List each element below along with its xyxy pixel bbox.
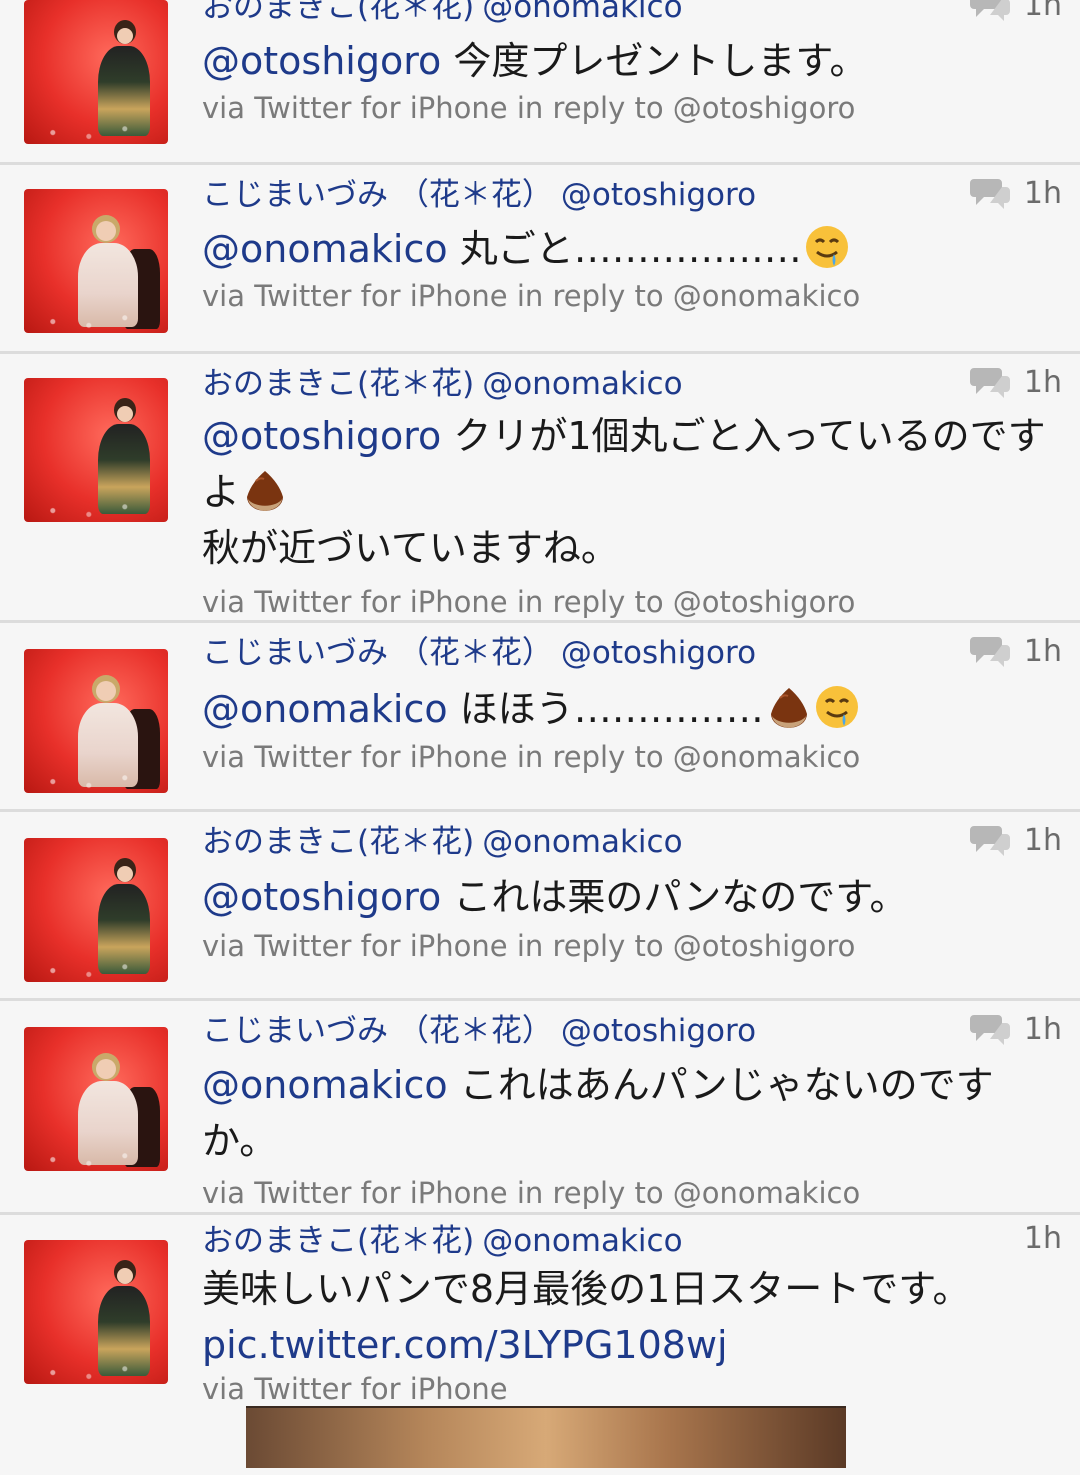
via-line: via Twitter for iPhone bbox=[202, 1372, 508, 1406]
tweet-item[interactable]: おのまきこ(花＊花) @onomakico 1h @otoshigoro クリが1… bbox=[0, 354, 1080, 623]
avatar[interactable] bbox=[24, 378, 168, 522]
reply-bubble-icon[interactable] bbox=[968, 0, 1012, 23]
author-handle[interactable]: @onomakico bbox=[482, 0, 682, 25]
timestamp: 1h bbox=[1023, 822, 1062, 858]
avatar[interactable] bbox=[24, 1027, 168, 1171]
author-name[interactable]: こじまいづみ （花＊花） bbox=[202, 1013, 553, 1049]
tweet-item[interactable]: こじまいづみ （花＊花） @otoshigoro 1h @onomakico これ… bbox=[0, 1001, 1080, 1215]
tweet-text: @otoshigoro 今度プレゼントします。 bbox=[202, 39, 868, 83]
reply-bubble-icon[interactable] bbox=[968, 822, 1012, 858]
avatar[interactable] bbox=[24, 838, 168, 982]
drool-emoji-icon bbox=[815, 686, 858, 728]
reply-bubble-icon[interactable] bbox=[968, 364, 1012, 400]
via-line: via Twitter for iPhone in reply to @onom… bbox=[202, 740, 861, 774]
pic-link[interactable]: pic.twitter.com/3LYPG108wj bbox=[202, 1323, 728, 1367]
via-line: via Twitter for iPhone in reply to @otos… bbox=[202, 929, 856, 963]
tweet-text: @otoshigoro クリが1個丸ごと入っているのです よ 秋が近づいています… bbox=[202, 414, 1046, 570]
timestamp: 1h bbox=[1023, 1011, 1062, 1047]
chestnut-emoji-icon bbox=[770, 688, 807, 728]
author-name[interactable]: おのまきこ(花＊花) bbox=[202, 824, 474, 860]
reply-bubble-icon[interactable] bbox=[968, 633, 1012, 669]
timestamp: 1h bbox=[1023, 1221, 1062, 1256]
tweet-item[interactable]: おのまきこ(花＊花) @onomakico 1h @otoshigoro 今度プレ… bbox=[0, 0, 1080, 165]
timestamp: 1h bbox=[1023, 633, 1062, 669]
tweet-item[interactable]: こじまいづみ （花＊花） @otoshigoro 1h @onomakico ほほ… bbox=[0, 623, 1080, 812]
author-handle[interactable]: @onomakico bbox=[482, 366, 682, 402]
via-line: via Twitter for iPhone in reply to @otos… bbox=[202, 585, 856, 619]
tweet-text: @onomakico 丸ごと……………… bbox=[202, 221, 1062, 277]
tweet-item[interactable]: おのまきこ(花＊花) @onomakico 1h @otoshigoro これは栗… bbox=[0, 812, 1080, 1001]
avatar[interactable] bbox=[24, 0, 168, 144]
mention-link[interactable]: @otoshigoro bbox=[202, 39, 441, 83]
via-line: via Twitter for iPhone in reply to @otos… bbox=[202, 91, 856, 125]
attached-photo-preview[interactable] bbox=[246, 1406, 846, 1468]
reply-bubble-icon[interactable] bbox=[968, 175, 1012, 211]
author-name[interactable]: おのまきこ(花＊花) bbox=[202, 1223, 474, 1259]
via-line: via Twitter for iPhone in reply to @onom… bbox=[202, 279, 861, 313]
mention-link[interactable]: @onomakico bbox=[202, 1063, 448, 1107]
author-handle[interactable]: @otoshigoro bbox=[561, 635, 756, 671]
tweet-text: @onomakico ほほう…………… bbox=[202, 681, 1062, 737]
tweet-text: 美味しいパンで8月最後の1日スタートです。 pic.twitter.com/3L… bbox=[202, 1267, 971, 1367]
timestamp: 1h bbox=[1023, 175, 1062, 211]
mention-link[interactable]: @onomakico bbox=[202, 227, 448, 271]
timestamp: 1h bbox=[1023, 0, 1062, 23]
timestamp: 1h bbox=[1023, 364, 1062, 400]
mention-link[interactable]: @otoshigoro bbox=[202, 875, 441, 919]
author-name[interactable]: こじまいづみ （花＊花） bbox=[202, 635, 553, 671]
via-line: via Twitter for iPhone in reply to @onom… bbox=[202, 1176, 861, 1210]
author-name[interactable]: こじまいづみ （花＊花） bbox=[202, 177, 553, 213]
mention-link[interactable]: @onomakico bbox=[202, 687, 448, 731]
author-name[interactable]: おのまきこ(花＊花) bbox=[202, 366, 474, 402]
avatar[interactable] bbox=[24, 649, 168, 793]
tweet-text: @onomakico これはあんパンじゃないのです か。 bbox=[202, 1063, 994, 1163]
tweet-text: @otoshigoro これは栗のパンなのです。 bbox=[202, 875, 908, 919]
avatar[interactable] bbox=[24, 1240, 168, 1384]
author-name[interactable]: おのまきこ(花＊花) bbox=[202, 0, 474, 25]
author-handle[interactable]: @otoshigoro bbox=[561, 1013, 756, 1049]
chestnut-emoji-icon bbox=[247, 471, 284, 511]
author-handle[interactable]: @onomakico bbox=[482, 1223, 682, 1259]
mention-link[interactable]: @otoshigoro bbox=[202, 414, 441, 458]
tweet-item[interactable]: こじまいづみ （花＊花） @otoshigoro 1h @onomakico 丸ご… bbox=[0, 165, 1080, 354]
reply-bubble-icon[interactable] bbox=[968, 1011, 1012, 1047]
avatar[interactable] bbox=[24, 189, 168, 333]
author-handle[interactable]: @onomakico bbox=[482, 824, 682, 860]
drool-emoji-icon bbox=[805, 226, 848, 268]
author-handle[interactable]: @otoshigoro bbox=[561, 177, 756, 213]
